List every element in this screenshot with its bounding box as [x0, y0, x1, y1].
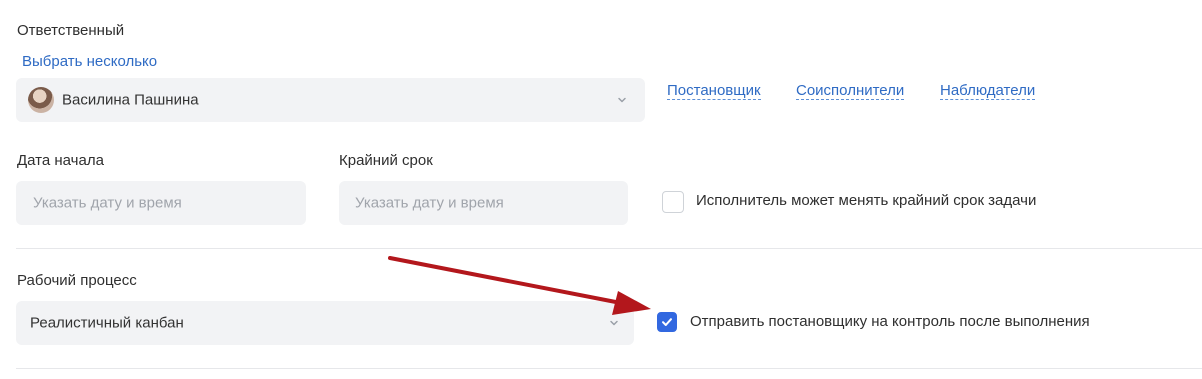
change-deadline-checkbox[interactable]: [662, 191, 684, 213]
role-link-coexecutors[interactable]: Соисполнители: [796, 82, 905, 100]
send-to-control-checkbox[interactable]: [657, 312, 677, 332]
role-link-creator[interactable]: Постановщик: [667, 82, 761, 100]
workflow-select[interactable]: Реалистичный канбан: [16, 301, 634, 345]
section-divider-bottom: [16, 368, 1202, 369]
workflow-label: Рабочий процесс: [17, 272, 137, 289]
start-date-label: Дата начала: [17, 152, 104, 169]
task-form: Ответственный Выбрать несколько Василина…: [0, 0, 1202, 379]
deadline-label: Крайний срок: [339, 152, 433, 169]
assignee-value: Василина Пашнина: [62, 91, 199, 109]
user-avatar: [28, 87, 54, 113]
start-date-placeholder: Указать дату и время: [33, 194, 182, 212]
deadline-input[interactable]: Указать дату и время: [339, 181, 628, 225]
checkmark-icon: [662, 318, 672, 326]
select-multiple-link[interactable]: Выбрать несколько: [22, 53, 157, 70]
section-divider: [16, 248, 1202, 249]
change-deadline-label: Исполнитель может менять крайний срок за…: [696, 192, 1037, 209]
chevron-down-icon: [618, 97, 626, 103]
send-to-control-label: Отправить постановщику на контроль после…: [690, 313, 1090, 330]
start-date-input[interactable]: Указать дату и время: [16, 181, 306, 225]
workflow-value: Реалистичный канбан: [30, 314, 184, 332]
assignee-select[interactable]: Василина Пашнина: [16, 78, 645, 122]
chevron-down-icon: [610, 320, 618, 326]
deadline-placeholder: Указать дату и время: [355, 194, 504, 212]
role-link-observers[interactable]: Наблюдатели: [940, 82, 1036, 100]
assignee-label: Ответственный: [17, 22, 125, 39]
